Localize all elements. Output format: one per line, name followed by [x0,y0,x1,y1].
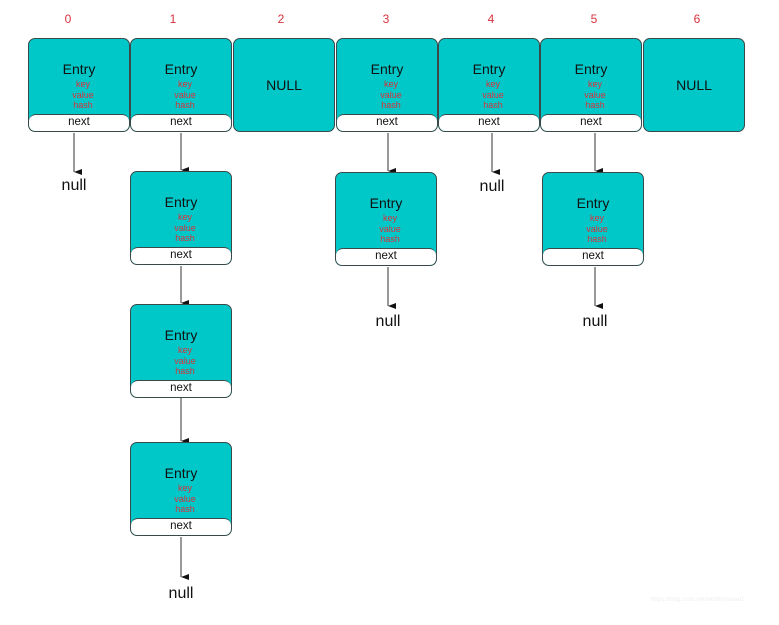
field-value: value [586,223,608,234]
next-pointer: next [543,248,643,265]
field-hash: hash [175,366,195,376]
field-value: value [379,223,401,234]
entry-fields: key value hash [439,79,539,111]
field-hash: hash [175,233,195,243]
field-hash: hash [587,234,607,244]
field-hash: hash [585,100,605,110]
next-pointer: next [541,114,641,131]
bucket-0-entry: Entry key value hash next [28,38,130,132]
entry-fields: key value hash [131,212,231,244]
field-key: key [485,79,500,89]
chain-1-entry-2: Entry key value hash next [130,171,232,265]
field-value: value [174,222,196,233]
null-terminator-4: null [479,178,505,195]
next-pointer: next [337,114,437,131]
entry-fields: key value hash [131,345,231,377]
entry-fields: key value hash [131,483,231,515]
field-key: key [75,79,90,89]
entry-title: Entry [370,61,404,77]
field-hash: hash [73,100,93,110]
next-pointer: next [336,248,436,265]
entry-fields: key value hash [337,79,437,111]
entry-title: Entry [164,327,198,343]
field-key: key [589,213,604,223]
field-key: key [383,79,398,89]
field-value: value [72,89,94,100]
entry-title: Entry [574,61,608,77]
field-key: key [177,79,192,89]
field-hash: hash [380,234,400,244]
chain-1-entry-3: Entry key value hash next [130,304,232,398]
entry-fields: key value hash [29,79,129,111]
field-hash: hash [381,100,401,110]
field-key: key [587,79,602,89]
entry-title: Entry [62,61,96,77]
field-key: key [382,213,397,223]
next-pointer: next [439,114,539,131]
entry-fields: key value hash [131,79,231,111]
next-pointer: next [131,380,231,397]
field-key: key [177,212,192,222]
null-terminator-0: null [61,177,87,194]
field-value: value [380,89,402,100]
entry-title: Entry [164,61,198,77]
watermark: https://blog.csdn.net/woshimaxiao1 [651,597,745,603]
field-value: value [174,355,196,366]
bucket-4-entry: Entry key value hash next [438,38,540,132]
field-hash: hash [175,504,195,514]
bucket-1-entry: Entry key value hash next [130,38,232,132]
chain-1-entry-4: Entry key value hash next [130,442,232,536]
field-key: key [177,483,192,493]
entry-title: Entry [576,195,610,211]
entry-title: Entry [472,61,506,77]
field-hash: hash [175,100,195,110]
bucket-5-entry: Entry key value hash next [540,38,642,132]
field-value: value [482,89,504,100]
entry-title: Entry [164,465,198,481]
null-slot-label: NULL [676,77,712,93]
entry-fields: key value hash [543,213,643,245]
chain-3-entry-2: Entry key value hash next [335,172,437,266]
entry-title: Entry [369,195,403,211]
next-pointer: next [131,114,231,131]
bucket-3-entry: Entry key value hash next [336,38,438,132]
bucket-2-null: NULL [233,38,335,132]
next-pointer: next [131,247,231,264]
entry-title: Entry [164,194,198,210]
chain-5-entry-2: Entry key value hash next [542,172,644,266]
field-hash: hash [483,100,503,110]
null-terminator-1: null [168,585,194,602]
bucket-6-null: NULL [643,38,745,132]
null-slot-label: NULL [266,77,302,93]
null-terminator-3: null [375,313,401,330]
field-value: value [174,89,196,100]
null-terminator-5: null [582,313,608,330]
entry-fields: key value hash [541,79,641,111]
entry-fields: key value hash [336,213,436,245]
field-key: key [177,345,192,355]
next-pointer: next [29,114,129,131]
field-value: value [174,493,196,504]
next-pointer: next [131,518,231,535]
field-value: value [584,89,606,100]
